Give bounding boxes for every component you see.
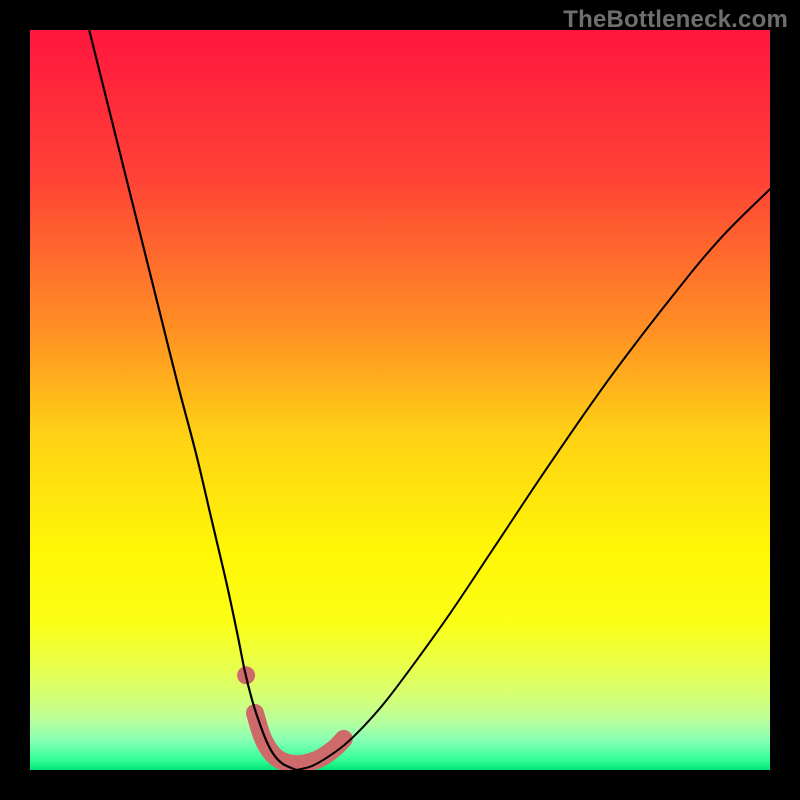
gradient-background xyxy=(30,30,770,770)
chart-svg xyxy=(30,30,770,770)
watermark-text: TheBottleneck.com xyxy=(563,6,788,34)
chart-frame: TheBottleneck.com xyxy=(0,0,800,800)
plot-area xyxy=(30,30,770,770)
